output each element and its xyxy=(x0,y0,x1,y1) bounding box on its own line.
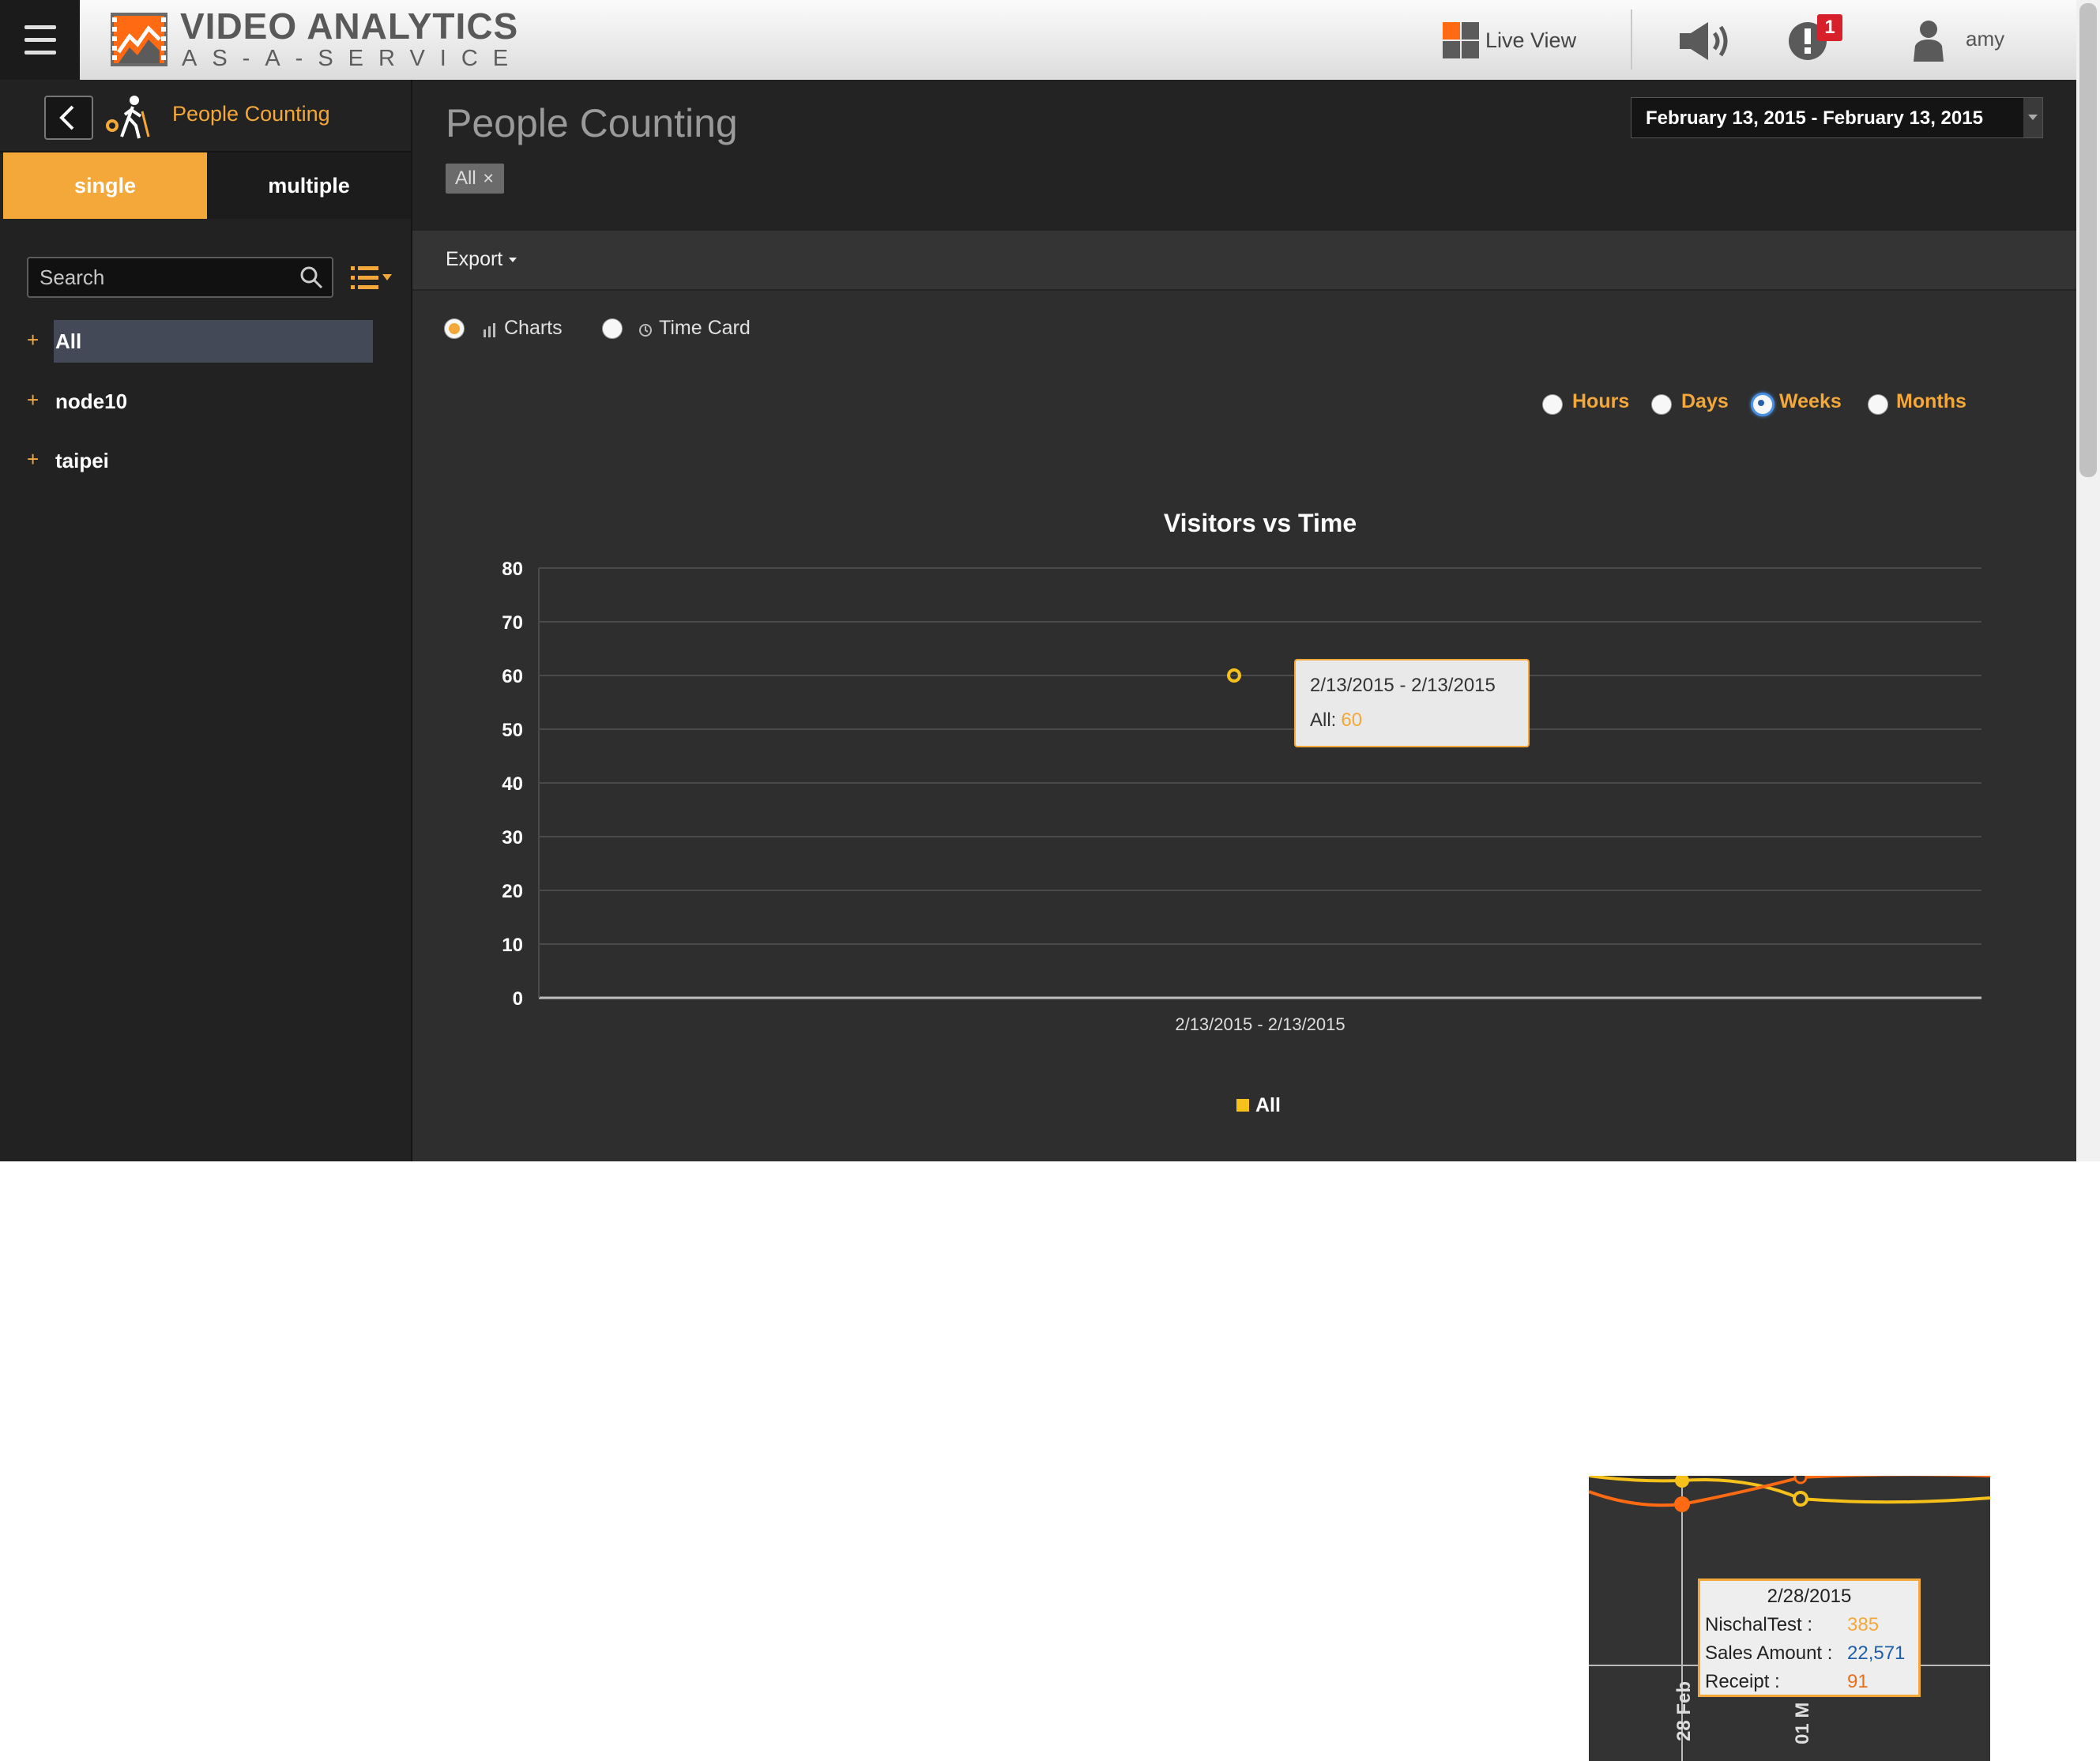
y-tick-label: 30 xyxy=(502,827,523,849)
chart-tooltip: 2/13/2015 - 2/13/2015 All: 60 xyxy=(1294,659,1530,747)
page-scrollbar[interactable] xyxy=(2076,0,2100,1161)
y-tick-label: 0 xyxy=(513,988,523,1010)
inset-point xyxy=(1793,1476,1808,1484)
tree-item-label: node10 xyxy=(55,389,128,413)
grid-icon xyxy=(1443,22,1479,58)
inset-tooltip: 2/28/2015 NischalTest : 385 Sales Amount… xyxy=(1698,1579,1921,1697)
speaker-icon[interactable] xyxy=(1677,19,1733,63)
inset-row-label: Receipt : xyxy=(1705,1671,1780,1692)
inset-point xyxy=(1674,1496,1690,1512)
inset-point xyxy=(1793,1491,1808,1507)
tooltip-header: 2/13/2015 - 2/13/2015 xyxy=(1310,675,1496,696)
inset-axis-label: 01 M xyxy=(1792,1703,1813,1744)
inset-row-value: 22,571 xyxy=(1847,1642,1906,1664)
tooltip-value: 60 xyxy=(1341,709,1363,731)
y-tick-label: 60 xyxy=(502,666,523,687)
y-tick-label: 20 xyxy=(502,881,523,902)
sidebar: People Counting single multiple + All xyxy=(0,80,412,1161)
back-button[interactable] xyxy=(44,96,93,140)
user-name[interactable]: amy xyxy=(1966,27,2004,51)
tab-multiple[interactable]: multiple xyxy=(207,152,411,219)
alert-count-badge: 1 xyxy=(1817,14,1842,41)
logo-icon xyxy=(111,13,167,66)
search-field xyxy=(27,257,333,298)
sidebar-title: People Counting xyxy=(172,102,330,126)
live-view-button[interactable]: Live View xyxy=(1443,21,1576,60)
tooltip-series: All: xyxy=(1310,709,1337,731)
live-view-label: Live View xyxy=(1485,28,1577,52)
tree-item-label: taipei xyxy=(55,449,109,472)
tree-item-taipei[interactable]: + taipei xyxy=(24,439,379,482)
y-tick-label: 40 xyxy=(502,773,523,795)
legend-label: All xyxy=(1255,1094,1281,1116)
app-window: VIDEO ANALYTICS AS-A-SERVICE Live View 1… xyxy=(0,0,2076,1161)
people-walking-icon xyxy=(106,96,150,139)
y-tick-label: 50 xyxy=(502,720,523,741)
tab-single[interactable]: single xyxy=(3,152,207,219)
inset-row-value: 385 xyxy=(1847,1614,1880,1635)
expand-icon[interactable]: + xyxy=(27,388,39,412)
x-tick-label: 2/13/2015 - 2/13/2015 xyxy=(1175,1014,1345,1034)
visitors-chart: Visitors vs Time 0 10 20 30 40 50 60 70 80 2/13/20… xyxy=(502,509,1981,1116)
inset-row-label: NischalTest : xyxy=(1705,1614,1813,1635)
expand-icon[interactable]: + xyxy=(27,447,39,472)
scrollbar-thumb[interactable] xyxy=(2079,3,2097,477)
app-subtitle: AS-A-SERVICE xyxy=(182,46,524,71)
legend-swatch xyxy=(1236,1099,1249,1112)
tree-item-node10[interactable]: + node10 xyxy=(24,380,379,423)
chevron-left-icon xyxy=(59,105,74,130)
mode-tabs: single multiple xyxy=(0,152,411,219)
tooltip-row: All: 60 xyxy=(1310,709,1362,732)
top-bar: VIDEO ANALYTICS AS-A-SERVICE Live View 1… xyxy=(0,0,2076,81)
chart-title: Visitors vs Time xyxy=(1164,509,1357,537)
y-tick-label: 10 xyxy=(502,935,523,956)
tree-item-label: All xyxy=(55,329,82,353)
inset-axis-label: 28 Feb xyxy=(1673,1681,1695,1741)
app-title: VIDEO ANALYTICS xyxy=(180,6,519,47)
search-input[interactable] xyxy=(38,262,278,293)
expand-icon[interactable]: + xyxy=(27,328,39,352)
toolbar-divider xyxy=(1631,9,1632,70)
inset-point xyxy=(1675,1476,1689,1488)
y-tick-label: 70 xyxy=(502,612,523,634)
inset-row-label: Sales Amount : xyxy=(1705,1642,1833,1664)
list-menu-icon[interactable] xyxy=(351,265,395,292)
main-panel: People Counting All ✕ February 13, 2015 … xyxy=(412,80,2076,1161)
inset-chart-snippet: 28 Feb 01 M 2/28/2015 NischalTest : 385 … xyxy=(1589,1476,1990,1761)
hamburger-menu-icon[interactable] xyxy=(0,0,80,80)
sidebar-header: People Counting xyxy=(0,80,411,152)
search-icon[interactable] xyxy=(299,265,324,290)
user-icon[interactable] xyxy=(1912,19,1945,63)
inset-tooltip-date: 2/28/2015 xyxy=(1767,1586,1852,1607)
y-tick-label: 80 xyxy=(502,559,523,580)
inset-row-value: 91 xyxy=(1847,1671,1869,1692)
tree-item-all[interactable]: + All xyxy=(24,320,379,363)
